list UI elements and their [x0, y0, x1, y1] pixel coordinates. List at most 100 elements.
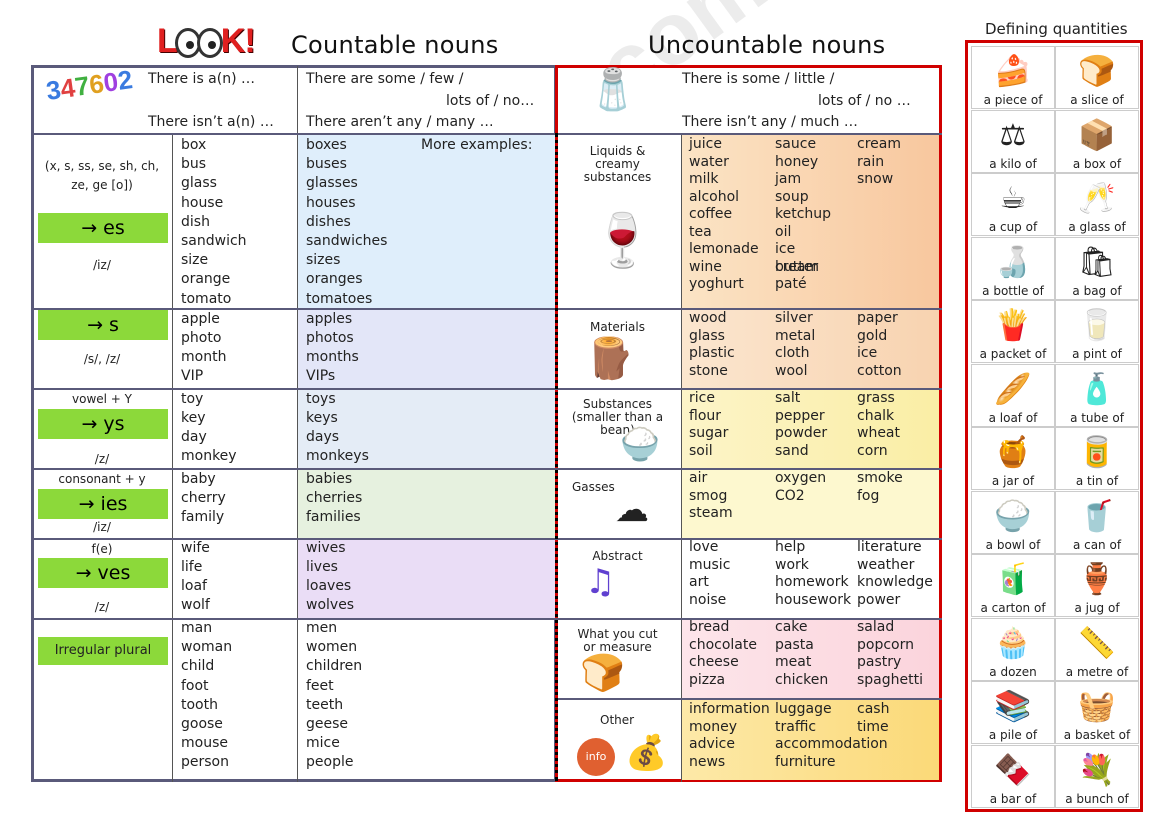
- uncountable-word: flour: [689, 407, 722, 424]
- look-logo: L K!: [157, 22, 256, 60]
- uncountable-word: silver: [775, 310, 813, 326]
- uncountable-word: fog: [857, 487, 880, 504]
- singular-list: wife life loaf wolf: [181, 540, 210, 613]
- rule-condition: (x, s, ss, se, sh, ch, ze, ge [o]): [44, 159, 160, 192]
- category-name: What you cut or measure: [577, 627, 658, 654]
- smog-icon: ☁: [615, 490, 649, 530]
- uncountable-word: sand: [775, 442, 809, 459]
- uncountable-word: snow: [857, 171, 894, 187]
- plural-list: men women children feet teeth geese mice…: [306, 620, 363, 771]
- uncountable-word: wool: [775, 362, 808, 379]
- uncountable-word: pizza: [689, 671, 726, 688]
- section-divider: [555, 133, 558, 781]
- quantity-icon: 🍞: [1078, 54, 1116, 89]
- quantity-item: 📚 a pile of: [971, 681, 1055, 744]
- spices-icon: 🧂: [588, 67, 638, 113]
- uncountable-word: chocolate: [689, 636, 757, 653]
- rule-button-irregular: Irregular plural: [38, 637, 168, 665]
- quantity-icon: 🍰: [994, 54, 1032, 89]
- quantity-item: 🥤 a can of: [1055, 490, 1139, 554]
- uncountable-word: steam: [689, 505, 733, 521]
- uncountable-word: pastry: [857, 654, 902, 670]
- uncountable-word: grass: [857, 390, 895, 406]
- quantity-icon: 🥂: [1078, 181, 1116, 216]
- uncountable-word: glass: [689, 327, 725, 344]
- bread-scale-icon: 🍞: [580, 653, 625, 694]
- uncountable-word: cash: [857, 701, 890, 717]
- singular-list: box bus glass house dish sandwich size o…: [181, 137, 247, 307]
- drinks-icon: 🍷: [590, 211, 655, 271]
- quantity-label: a cup of: [988, 220, 1038, 234]
- quantity-label: a pile of: [988, 728, 1038, 742]
- quantity-icon: 🧁: [994, 625, 1032, 661]
- rule-button-ys: → ys: [38, 409, 168, 439]
- uncountable-word: wheat: [857, 425, 901, 441]
- music-notes-icon: ♫: [585, 562, 616, 602]
- uncountable-word: salad: [857, 619, 895, 635]
- quantity-label: a glass of: [1068, 220, 1126, 234]
- category-name: Other: [600, 713, 635, 727]
- uncountable-word: paper: [857, 310, 898, 326]
- quantity-label: a pint of: [1072, 347, 1122, 361]
- uncountable-word: metal: [775, 327, 816, 344]
- category-name: Gasses: [572, 480, 615, 494]
- uncountable-word: cream: [857, 136, 901, 152]
- uncountable-word: air: [689, 470, 708, 486]
- quantity-icon: 🏺: [1078, 562, 1116, 597]
- unc-there-isnt: There isn’t any / much …: [682, 114, 858, 130]
- rule-condition: f(e): [91, 542, 113, 556]
- singular-list: toy key day monkey: [181, 391, 237, 464]
- uncountable-word: CO2: [775, 487, 805, 504]
- uncountable-word: oxygen: [775, 470, 827, 486]
- quantity-item: 🍟 a packet of: [971, 300, 1055, 363]
- quantity-icon: 🧴: [1078, 371, 1116, 407]
- quantity-item: 📦 a box of: [1055, 109, 1139, 173]
- uncountable-word: soup: [775, 188, 809, 205]
- money-icon: 💰: [625, 733, 668, 773]
- uncountable-word: lemonade: [689, 241, 759, 257]
- uncountable-word: cheese: [689, 654, 739, 670]
- uncountable-word: rice: [689, 390, 715, 406]
- uncountable-word: meat: [775, 654, 812, 670]
- uncountable-word: smog: [689, 487, 728, 504]
- quantity-icon: 🍟: [994, 308, 1032, 343]
- plural-list: wives lives loaves wolves: [306, 540, 355, 613]
- quantity-label: a kilo of: [989, 156, 1037, 171]
- uncountable-word: literature: [857, 539, 922, 555]
- quantity-label: a packet of: [979, 347, 1047, 361]
- quantity-icon: 🍶: [994, 244, 1032, 280]
- singular-list: baby cherry family: [181, 471, 226, 525]
- quantity-item: 🧴 a tube of: [1055, 363, 1139, 427]
- uncountable-word: luggage: [775, 701, 832, 717]
- rule-button-es: → es: [38, 213, 168, 243]
- plural-list: boxes buses glasses houses dishes sandwi…: [306, 137, 388, 307]
- uncountable-word: work: [775, 556, 809, 573]
- quantity-icon: 🧺: [1078, 689, 1116, 724]
- countable-title: Countable nouns: [291, 31, 499, 59]
- quantity-label: a jug of: [1074, 601, 1120, 615]
- uncountable-word: powder: [775, 425, 828, 441]
- uncountable-word: wood: [689, 310, 727, 326]
- rule-pron: /iz/: [93, 258, 111, 272]
- uncountable-word: smoke: [857, 470, 903, 486]
- uncountable-word: pasta: [775, 636, 814, 653]
- uncountable-word: help: [775, 539, 806, 555]
- uncountable-word: homework: [775, 574, 849, 590]
- quantity-label: a carton of: [980, 601, 1046, 615]
- quantity-item: 🥂 a glass of: [1055, 173, 1139, 236]
- uncountable-word: power: [857, 591, 901, 608]
- uncountable-word: juice: [689, 136, 722, 152]
- quantity-icon: 🧃: [994, 562, 1032, 597]
- category-name: Liquids & creamy substances: [583, 144, 652, 184]
- uncountable-word: music: [689, 556, 731, 573]
- quantity-label: a metre of: [1065, 664, 1129, 679]
- quantity-item: 🍫 a bar of: [971, 744, 1055, 808]
- uncountable-word: butter: [775, 258, 819, 275]
- uncountable-word: water: [689, 153, 729, 170]
- quantity-icon: 🥛: [1078, 308, 1116, 343]
- uncountable-word: salt: [775, 390, 801, 406]
- quantity-label: a basket of: [1063, 728, 1131, 742]
- quantity-icon: 🍫: [994, 752, 1032, 788]
- quantity-item: 🍶 a bottle of: [971, 236, 1055, 300]
- uncountable-word: sauce: [775, 136, 817, 152]
